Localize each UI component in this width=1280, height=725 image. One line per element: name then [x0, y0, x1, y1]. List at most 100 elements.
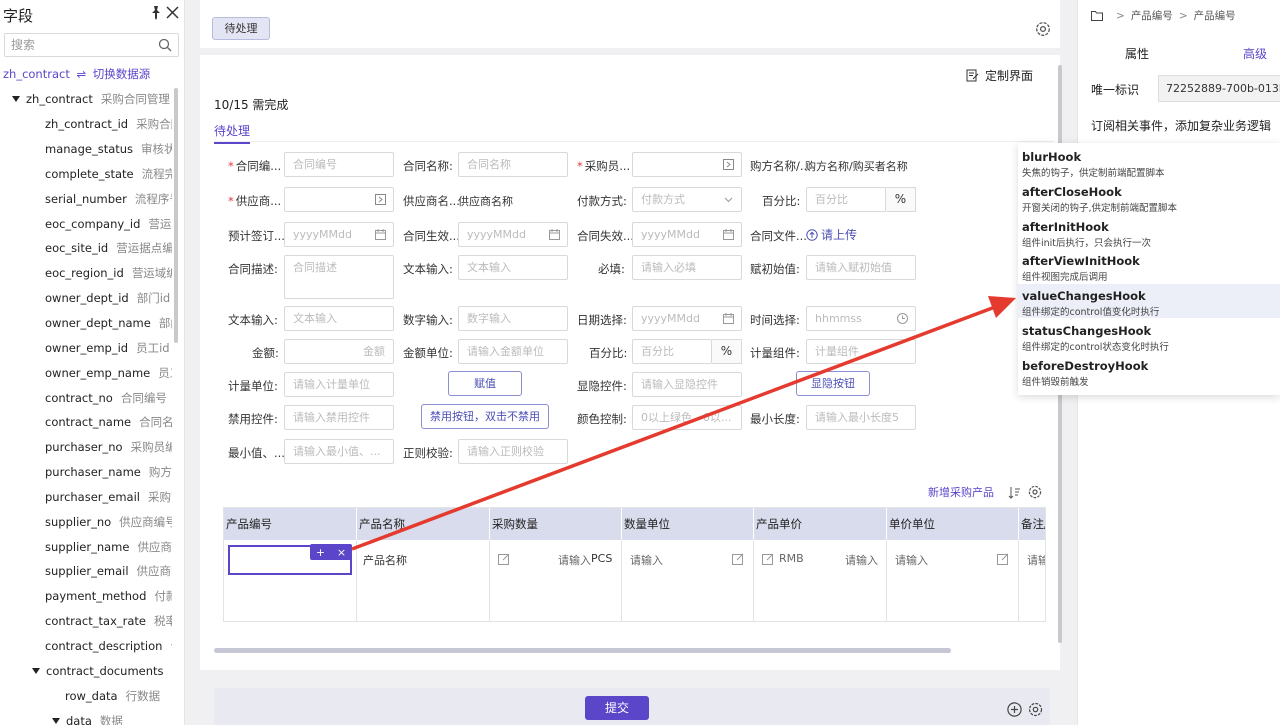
tree-item[interactable]: contract_description 合 [0, 634, 172, 659]
pin-icon[interactable] [150, 6, 162, 20]
tree-item[interactable]: purchaser_name 购方名 [0, 460, 172, 485]
amount-unit-input[interactable]: 请输入金额单位 [458, 339, 568, 364]
close-icon[interactable] [166, 6, 179, 19]
supplier-picker[interactable] [284, 187, 394, 212]
tree-item[interactable]: row_data 行数据 [0, 683, 172, 708]
add-icon[interactable]: + [316, 546, 325, 559]
percent-input[interactable]: 百分比 [806, 187, 886, 212]
purchaser-picker[interactable] [632, 152, 742, 177]
edit-icon[interactable] [997, 553, 1009, 565]
caret-down-icon[interactable] [52, 717, 60, 725]
field-panel-scrollbar[interactable] [174, 88, 178, 343]
min-length-input[interactable]: 请输入最小长度5 [806, 405, 916, 430]
toggle-visibility-button[interactable]: 显隐按钮 [796, 371, 870, 396]
product-name-cell[interactable]: 产品名称 [357, 540, 490, 621]
column-header[interactable]: 产品编号 [224, 508, 357, 540]
open-window-icon[interactable] [723, 159, 734, 170]
remark-cell[interactable]: 请输 [1019, 540, 1045, 621]
column-header[interactable]: 数量单位 [622, 508, 754, 540]
tab-property[interactable]: 属性 [1125, 45, 1149, 62]
remove-icon[interactable]: × [337, 546, 346, 559]
hook-option[interactable]: valueChangesHook 组件绑定的control值变化时执行 [1018, 284, 1280, 319]
edit-icon[interactable] [732, 553, 744, 565]
gear-icon[interactable] [1028, 485, 1042, 499]
tree-item[interactable]: complete_state 流程完成 [0, 162, 172, 187]
breadcrumb-item[interactable]: 产品编号 [1194, 8, 1236, 23]
tree-item[interactable]: contract_tax_rate 税率 [0, 609, 172, 634]
initial-value-input[interactable]: 请输入赋初始值 [806, 255, 916, 280]
tree-item[interactable]: owner_dept_id 部门id [0, 286, 172, 311]
tree-item[interactable]: manage_status 审核状态 [0, 137, 172, 162]
measure-component-input[interactable]: 计量组件 [806, 339, 916, 364]
tree-item[interactable]: owner_emp_name 员工 [0, 360, 172, 385]
text-input[interactable]: 文本输入 [458, 255, 568, 280]
tree-item[interactable]: owner_emp_id 员工id [0, 335, 172, 360]
text-input-2[interactable]: 文本输入 [284, 306, 394, 331]
payment-method-select[interactable]: 付款方式 [632, 187, 742, 212]
edit-icon[interactable] [762, 553, 774, 565]
sort-icon[interactable] [1008, 486, 1021, 499]
tree-item[interactable]: eoc_region_id 营运域编号 [0, 261, 172, 286]
tree-item[interactable]: zh_contract 采购合同管理 [0, 87, 172, 112]
horizontal-scrollbar[interactable] [214, 648, 951, 653]
color-control-input[interactable]: 0以上绿色，0以... [632, 405, 742, 430]
tree-item[interactable]: eoc_site_id 营运据点编号 [0, 236, 172, 261]
unique-id-field[interactable]: 72252889-700b-013b... [1158, 75, 1280, 102]
number-input[interactable]: 数字输入 [458, 306, 568, 331]
hook-option[interactable]: afterCloseHook 开窗关闭的钩子,供定制前端配置脚本 [1018, 180, 1280, 214]
required-input[interactable]: 请输入必填 [632, 255, 742, 280]
column-header[interactable]: 产品单价 [754, 508, 887, 540]
amount-input[interactable]: 金额 [284, 339, 394, 364]
contract-no-input[interactable]: 合同编号 [284, 152, 394, 177]
tree-item[interactable]: purchaser_no 采购员编号 [0, 435, 172, 460]
add-product-link[interactable]: 新增采购产品 [928, 484, 994, 500]
column-header[interactable]: 单价单位 [887, 508, 1019, 540]
column-header[interactable]: 产品名称 [357, 508, 490, 540]
field-search-input[interactable] [5, 34, 150, 56]
expiry-date-picker[interactable]: yyyyMMdd [632, 222, 742, 247]
switch-icon[interactable]: ⇌ [77, 67, 87, 81]
customize-ui-link[interactable]: 定制界面 [966, 67, 1033, 84]
tree-item[interactable]: owner_dept_name 部门 [0, 311, 172, 336]
tab-pending[interactable]: 待处理 [212, 17, 270, 40]
regex-input[interactable]: 请输入正则校验 [458, 439, 568, 464]
tree-item[interactable]: data 数据 [0, 708, 172, 725]
toggle-control-input[interactable]: 请输入显隐控件 [632, 372, 742, 397]
gear-icon[interactable] [1028, 702, 1043, 717]
upload-button[interactable]: 请上传 [806, 226, 857, 243]
min-value-input[interactable]: 请输入最小值、... [284, 439, 394, 464]
tree-item[interactable]: supplier_email 供应商邮 [0, 559, 172, 584]
hook-option[interactable]: statusChangesHook 组件绑定的control状态变化时执行 [1018, 319, 1280, 353]
disable-button[interactable]: 禁用按钮，双击不禁用 [421, 404, 549, 429]
column-header[interactable]: 备注/ [1019, 508, 1045, 540]
hook-option[interactable]: afterInitHook 组件init后执行，只会执行一次 [1018, 215, 1280, 249]
product-no-cell[interactable]: + × [224, 540, 357, 621]
tree-item[interactable]: purchaser_email 采购商 [0, 485, 172, 510]
contract-desc-textarea[interactable]: 合同描述 [284, 255, 394, 299]
effective-date-picker[interactable]: yyyyMMdd [458, 222, 568, 247]
assign-button[interactable]: 赋值 [448, 371, 522, 396]
unit-price-cell[interactable]: RMB 请输入 [754, 540, 887, 621]
caret-down-icon[interactable] [32, 667, 40, 675]
add-circle-icon[interactable] [1007, 702, 1022, 717]
hook-option[interactable]: blurHook 失焦的钩子，供定制前端配置脚本 [1018, 145, 1280, 179]
hook-option[interactable]: afterViewInitHook 组件视图完成后调用 [1018, 249, 1280, 283]
measure-unit-input[interactable]: 请输入计量单位 [284, 372, 394, 397]
quantity-cell[interactable]: 请输入 PCS [490, 540, 622, 621]
tree-item[interactable]: zh_contract_id 采购合同 [0, 112, 172, 137]
gear-icon[interactable] [1035, 21, 1051, 37]
percent-2-input[interactable]: 百分比 [632, 339, 712, 364]
tree-item[interactable]: contract_name 合同名称 [0, 410, 172, 435]
tab-advanced[interactable]: 高级 [1243, 45, 1267, 62]
search-icon[interactable] [158, 38, 172, 52]
tree-item[interactable]: supplier_no 供应商编号 [0, 509, 172, 534]
open-window-icon[interactable] [375, 194, 386, 205]
breadcrumb-item[interactable]: 产品编号 [1131, 8, 1173, 23]
switch-data-source-link[interactable]: 切换数据源 [93, 67, 151, 81]
date-picker[interactable]: yyyyMMdd [632, 306, 742, 331]
contract-name-input[interactable]: 合同名称 [458, 152, 568, 177]
tree-item[interactable]: supplier_name 供应商名 [0, 534, 172, 559]
tree-item[interactable]: serial_number 流程序号 [0, 186, 172, 211]
column-header[interactable]: 采购数量 [490, 508, 622, 540]
tree-item[interactable]: eoc_company_id 营运公 [0, 211, 172, 236]
